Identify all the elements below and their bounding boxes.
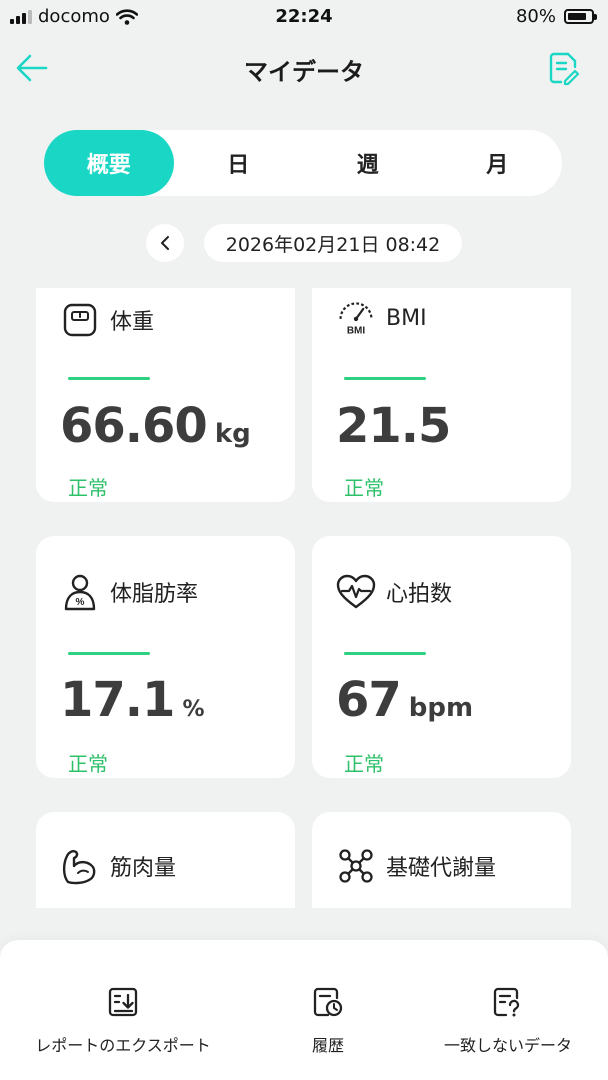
edit-data-button[interactable]: [546, 50, 580, 86]
document-question-icon: [493, 987, 520, 1017]
heart-rate-status-bar: [344, 652, 426, 655]
bmi-gauge-icon: BMI: [336, 298, 376, 338]
battery-icon: [564, 9, 597, 24]
weight-status-bar: [68, 377, 150, 380]
weight-status: 正常: [68, 476, 108, 500]
flexed-arm-icon: [60, 846, 100, 886]
previous-date-button[interactable]: [146, 224, 184, 262]
tab-overview[interactable]: 概要: [44, 130, 174, 196]
heart-rate-card[interactable]: 心拍数 67 bpm 正常: [312, 536, 571, 778]
battery-percent: 80%: [515, 6, 556, 27]
scale-icon: [60, 300, 100, 340]
bmi-card-header: BMI BMI: [336, 298, 427, 338]
molecule-icon: [336, 846, 376, 886]
export-report-label: レポートのエクスポート: [35, 1036, 211, 1055]
weight-card[interactable]: 体重 66.60 kg 正常: [36, 288, 295, 502]
period-tabs: 概要 日 週 月: [44, 130, 562, 196]
body-fat-status: 正常: [68, 752, 108, 776]
bmi-status: 正常: [344, 476, 384, 500]
bmr-card[interactable]: 基礎代謝量: [312, 812, 571, 908]
heart-rate-status: 正常: [344, 752, 384, 776]
body-fat-value: 17.1: [60, 672, 175, 728]
body-fat-card[interactable]: % 体脂肪率 17.1 % 正常: [36, 536, 295, 778]
chevron-left-icon: [161, 236, 169, 250]
mismatched-data-label: 一致しないデータ: [443, 1036, 572, 1055]
svg-text:%: %: [76, 597, 85, 608]
bmi-label: BMI: [386, 305, 427, 331]
body-fat-person-icon: %: [60, 572, 100, 612]
body-fat-unit: %: [182, 697, 205, 722]
weight-label: 体重: [110, 310, 155, 335]
weight-unit: kg: [214, 419, 251, 449]
measurement-date[interactable]: 2026年02月21日 08:42: [204, 224, 462, 262]
history-button[interactable]: 履歴: [278, 986, 378, 1056]
page-title: マイデータ: [244, 58, 364, 86]
weight-card-header: 体重: [60, 300, 154, 340]
tab-day[interactable]: 日: [174, 130, 304, 196]
heart-rate-card-header: 心拍数: [336, 572, 452, 612]
muscle-label: 筋肉量: [110, 856, 177, 881]
export-report-icon: [108, 987, 138, 1017]
bmr-card-header: 基礎代謝量: [336, 846, 496, 886]
header: マイデータ: [0, 44, 608, 92]
tab-week[interactable]: 週: [303, 130, 433, 196]
status-right: 80%: [515, 6, 597, 27]
muscle-mass-card[interactable]: 筋肉量: [36, 812, 295, 908]
history-label: 履歴: [311, 1036, 344, 1055]
weight-value: 66.60: [60, 398, 208, 454]
heart-rate-value: 67: [336, 672, 402, 728]
mismatched-data-button[interactable]: 一致しないデータ: [436, 986, 580, 1056]
heart-rate-value-group: 67 bpm: [336, 672, 473, 728]
bmi-status-bar: [344, 377, 426, 380]
bottom-action-bar: レポートのエクスポート 履歴 一致しないデータ: [0, 940, 608, 1080]
history-icon: [313, 987, 343, 1017]
body-fat-card-header: % 体脂肪率: [60, 572, 198, 612]
muscle-card-header: 筋肉量: [60, 846, 176, 886]
heart-rate-unit: bpm: [408, 693, 474, 723]
bmi-value-group: 21.5: [336, 398, 451, 454]
heart-pulse-icon: [336, 572, 376, 612]
weight-value-group: 66.60 kg: [60, 398, 251, 454]
bmi-value: 21.5: [336, 398, 451, 454]
body-fat-value-group: 17.1 %: [60, 672, 204, 728]
status-bar: docomo 22:24 80%: [0, 0, 608, 36]
body-fat-label: 体脂肪率: [110, 582, 199, 607]
tab-month[interactable]: 月: [433, 130, 563, 196]
export-report-button[interactable]: レポートのエクスポート: [30, 986, 216, 1056]
document-edit-icon: [549, 52, 580, 86]
bmr-label: 基礎代謝量: [386, 856, 497, 881]
bmi-card[interactable]: BMI BMI 21.5 正常: [312, 288, 571, 502]
heart-rate-label: 心拍数: [386, 582, 453, 607]
bmi-icon-text: BMI: [347, 325, 366, 336]
body-fat-status-bar: [68, 652, 150, 655]
